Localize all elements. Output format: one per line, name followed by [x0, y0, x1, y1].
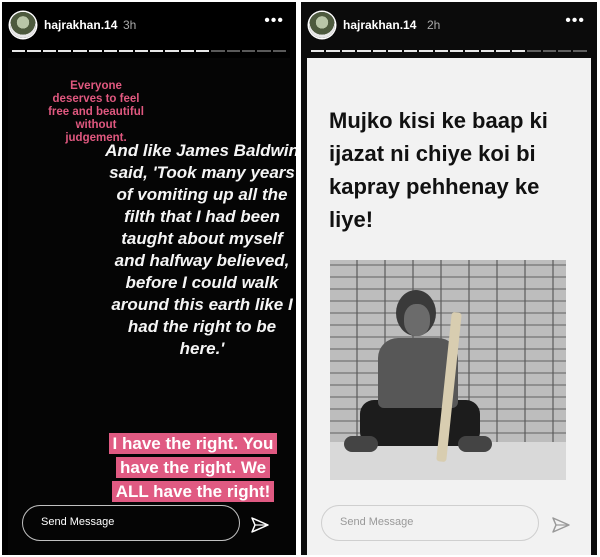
- story-right[interactable]: hajrakhan.14 2h ••• Mujko kisi ke baap k…: [301, 2, 597, 555]
- progress-segment: [88, 50, 102, 52]
- progress-segment: [42, 50, 56, 52]
- story-header: hajrakhan.14 2h •••: [309, 10, 589, 40]
- progress-segment: [480, 50, 495, 52]
- story-content: Mujko kisi ke baap ki ijazat ni chiye ko…: [307, 58, 591, 555]
- progress-segment: [195, 50, 210, 52]
- progress-segment: [12, 50, 26, 52]
- progress-segment: [527, 50, 541, 52]
- progress-segment: [511, 50, 526, 52]
- username[interactable]: hajrakhan.14: [343, 18, 416, 32]
- progress-bar: [12, 50, 286, 52]
- send-icon[interactable]: [250, 515, 270, 535]
- progress-segment: [403, 50, 418, 52]
- progress-segment: [241, 50, 256, 52]
- username[interactable]: hajrakhan.14: [44, 18, 117, 32]
- progress-segment: [496, 50, 510, 52]
- progress-segment: [558, 50, 572, 52]
- story-header: hajrakhan.14 3h •••: [10, 10, 288, 40]
- send-message-input[interactable]: Send Message: [321, 505, 539, 541]
- photo-shoe: [344, 436, 378, 452]
- progress-segment: [542, 50, 556, 52]
- highlight-label: I have the right. You have the right. We…: [108, 433, 278, 502]
- send-icon[interactable]: [551, 515, 571, 535]
- send-message-placeholder: Send Message: [340, 516, 414, 528]
- progress-segment: [341, 50, 356, 52]
- progress-segment: [180, 50, 194, 52]
- progress-segment: [134, 50, 148, 52]
- progress-segment: [388, 50, 402, 52]
- highlight-text: I have the right. You have the right. We…: [108, 432, 278, 504]
- progress-segment: [449, 50, 464, 52]
- more-icon[interactable]: •••: [264, 12, 284, 30]
- photo-person-face: [404, 304, 430, 336]
- progress-segment: [372, 50, 387, 52]
- post-time: 2h: [427, 18, 441, 32]
- progress-segment: [211, 50, 225, 52]
- send-message-input[interactable]: Send Message: [22, 505, 240, 541]
- avatar[interactable]: [10, 12, 36, 38]
- progress-segment: [226, 50, 240, 52]
- photo-shoe: [458, 436, 492, 452]
- progress-segment: [73, 50, 87, 52]
- progress-segment: [465, 50, 479, 52]
- progress-segment: [165, 50, 179, 52]
- progress-segment: [103, 50, 118, 52]
- progress-segment: [57, 50, 72, 52]
- progress-segment: [27, 50, 41, 52]
- send-message-placeholder: Send Message: [41, 516, 115, 528]
- post-time: 3h: [123, 18, 137, 32]
- pink-note: Everyone deserves to feel free and beaut…: [48, 80, 144, 144]
- progress-segment: [357, 50, 371, 52]
- progress-segment: [149, 50, 164, 52]
- progress-segment: [119, 50, 133, 52]
- progress-segment: [311, 50, 325, 52]
- progress-segment: [272, 50, 286, 52]
- progress-segment: [419, 50, 433, 52]
- progress-segment: [434, 50, 448, 52]
- story-left[interactable]: hajrakhan.14 3h ••• Everyone deserves to…: [2, 2, 296, 555]
- avatar[interactable]: [309, 12, 335, 38]
- story-photo: [330, 260, 566, 480]
- more-icon[interactable]: •••: [565, 12, 585, 30]
- story-title: Mujko kisi ke baap ki ijazat ni chiye ko…: [329, 108, 548, 232]
- progress-bar: [311, 50, 587, 52]
- quote-text: And like James Baldwin said, 'Took many …: [105, 141, 296, 358]
- progress-segment: [326, 50, 340, 52]
- progress-segment: [257, 50, 271, 52]
- story-content: Everyone deserves to feel free and beaut…: [8, 58, 296, 555]
- progress-segment: [573, 50, 587, 52]
